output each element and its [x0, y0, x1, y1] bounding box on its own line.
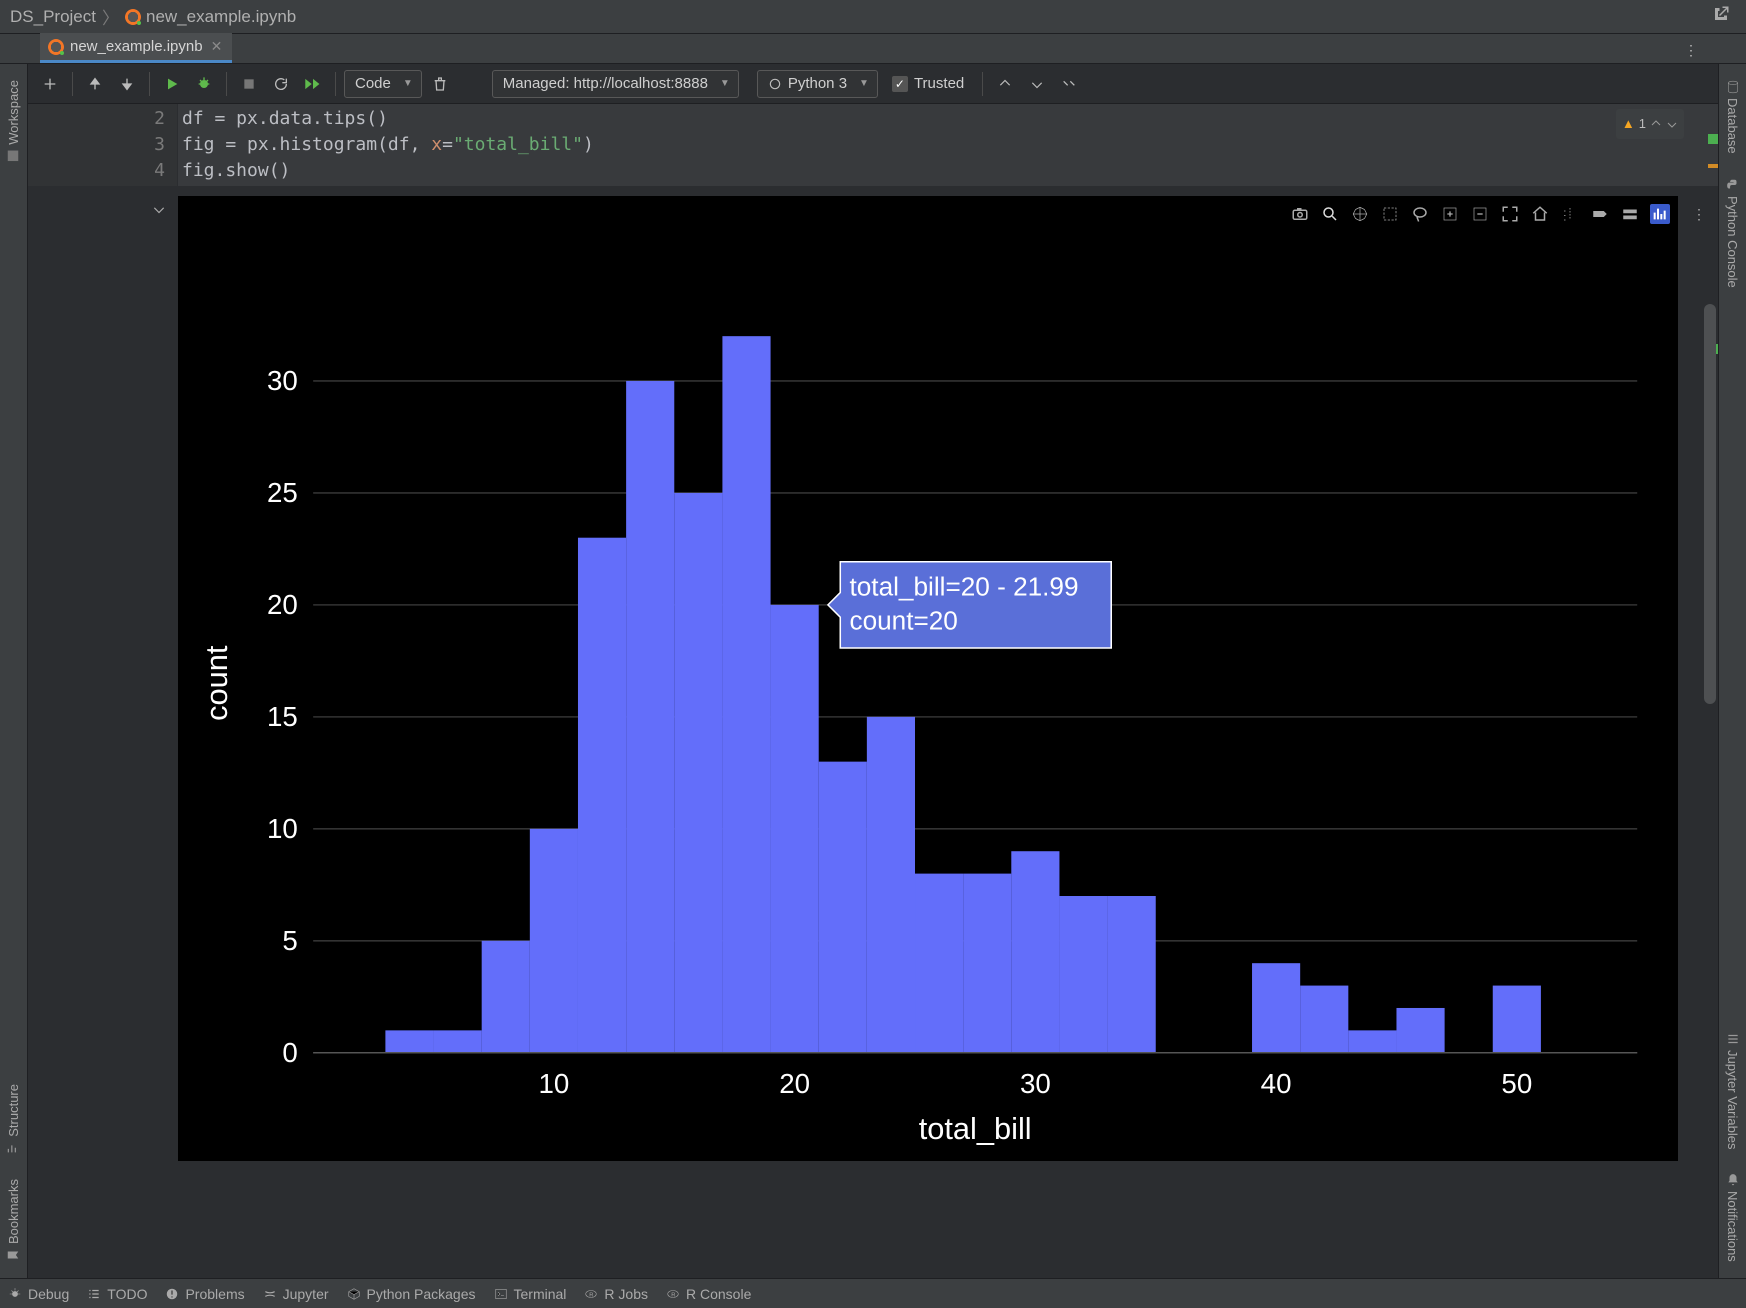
pan-icon[interactable] — [1350, 204, 1370, 224]
hover-compare-icon[interactable] — [1620, 204, 1640, 224]
rail-notifications[interactable]: Notifications — [1719, 1163, 1746, 1272]
svg-text:15: 15 — [267, 701, 298, 732]
kernel-select[interactable]: Python 3▼ — [757, 70, 878, 98]
left-tool-rail: Workspace Structure Bookmarks — [0, 64, 28, 1278]
svg-text:50: 50 — [1501, 1068, 1532, 1099]
marker-warn-icon — [1708, 164, 1718, 168]
scroll-thumb[interactable] — [1704, 304, 1716, 704]
status-todo[interactable]: TODO — [87, 1286, 147, 1302]
breadcrumb-file[interactable]: new_example.ipynb — [146, 7, 296, 27]
plot-output: ⋮ 0510152025301020304050total_billcountt… — [178, 196, 1678, 1161]
check-icon: ✓ — [892, 76, 908, 92]
tab-new-example[interactable]: new_example.ipynb ✕ — [40, 33, 232, 63]
marker-ok-icon — [1708, 134, 1718, 144]
trusted-checkbox[interactable]: ✓ Trusted — [882, 75, 974, 92]
zoom-in-icon[interactable] — [1440, 204, 1460, 224]
warning-icon: ▲ — [1622, 111, 1635, 137]
lasso-icon[interactable] — [1410, 204, 1430, 224]
breadcrumb: DS_Project 〉 new_example.ipynb — [0, 0, 1746, 34]
stop-button[interactable] — [235, 70, 263, 98]
hover-closest-icon[interactable] — [1590, 204, 1610, 224]
svg-text:40: 40 — [1261, 1068, 1292, 1099]
run-all-button[interactable] — [299, 70, 327, 98]
move-up-button[interactable] — [81, 70, 109, 98]
cell-output: ⋮ 0510152025301020304050total_billcountt… — [28, 196, 1718, 1161]
tabstrip: new_example.ipynb ✕ ⋮ — [0, 34, 1746, 64]
spike-lines-icon[interactable] — [1560, 204, 1580, 224]
status-r-console[interactable]: RR Console — [666, 1286, 751, 1302]
tab-options-icon[interactable]: ⋮ — [1676, 38, 1706, 63]
scroll-track — [1702, 104, 1718, 1278]
jupyter-server-select[interactable]: Managed: http://localhost:8888▼ — [492, 70, 739, 98]
jupyter-icon — [48, 39, 64, 55]
collapse-output-icon[interactable] — [152, 202, 166, 219]
rail-jupyter-variables[interactable]: Jupyter Variables — [1719, 1022, 1746, 1159]
autoscale-icon[interactable] — [1500, 204, 1520, 224]
status-terminal[interactable]: Terminal — [494, 1286, 567, 1302]
more-toolbar-button[interactable] — [1055, 70, 1083, 98]
svg-text:total_bill=20 - 21.99: total_bill=20 - 21.99 — [850, 572, 1079, 602]
editor-area: Code▼ Managed: http://localhost:8888▼ Py… — [28, 64, 1718, 1278]
prev-cell-button[interactable] — [991, 70, 1019, 98]
close-icon[interactable]: ✕ — [209, 38, 225, 55]
breadcrumb-separator: 〉 — [102, 4, 119, 29]
histogram-chart[interactable]: 0 5 10 15 20 25 30 10 20 30 40 50 total_bill count tot… — [190, 206, 1668, 1161]
cells-container: 2 3 4 df = px.data.tips() fig = px.histo… — [28, 104, 1718, 1278]
breadcrumb-project[interactable]: DS_Project — [10, 7, 96, 27]
svg-text:R: R — [671, 1292, 675, 1298]
notebook-toolbar: Code▼ Managed: http://localhost:8888▼ Py… — [28, 64, 1718, 104]
box-select-icon[interactable] — [1380, 204, 1400, 224]
svg-text:10: 10 — [538, 1068, 569, 1099]
delete-cell-button[interactable] — [426, 70, 454, 98]
cell-type-select[interactable]: Code▼ — [344, 70, 422, 98]
status-r-jobs[interactable]: RR Jobs — [584, 1286, 648, 1302]
svg-text:0: 0 — [282, 1037, 297, 1068]
zoom-icon[interactable] — [1320, 204, 1340, 224]
rail-structure[interactable]: Structure — [0, 1074, 27, 1165]
svg-text:30: 30 — [267, 365, 298, 396]
svg-text:25: 25 — [267, 477, 298, 508]
code-content[interactable]: df = px.data.tips() fig = px.histogram(d… — [178, 104, 1694, 186]
svg-text:20: 20 — [779, 1068, 810, 1099]
status-problems[interactable]: Problems — [165, 1286, 244, 1302]
svg-text:total_bill: total_bill — [919, 1111, 1032, 1146]
rail-bookmarks[interactable]: Bookmarks — [0, 1169, 27, 1272]
debug-cell-button[interactable] — [190, 70, 218, 98]
next-cell-button[interactable] — [1023, 70, 1051, 98]
svg-text:30: 30 — [1020, 1068, 1051, 1099]
rail-database[interactable]: Database — [1719, 70, 1746, 164]
run-cell-button[interactable] — [158, 70, 186, 98]
add-cell-button[interactable] — [36, 70, 64, 98]
svg-text:R: R — [590, 1292, 594, 1298]
status-jupyter[interactable]: Jupyter — [263, 1286, 329, 1302]
svg-text:10: 10 — [267, 813, 298, 844]
plot-toolbar — [1290, 204, 1670, 224]
move-down-button[interactable] — [113, 70, 141, 98]
camera-icon[interactable] — [1290, 204, 1310, 224]
statusbar: Debug TODO Problems Jupyter Python Packa… — [0, 1278, 1746, 1308]
restart-button[interactable] — [267, 70, 295, 98]
line-gutter: 2 3 4 — [28, 104, 178, 186]
svg-text:20: 20 — [267, 589, 298, 620]
status-python-packages[interactable]: Python Packages — [347, 1286, 476, 1302]
tab-label: new_example.ipynb — [70, 38, 203, 55]
svg-text:count: count — [199, 645, 234, 721]
zoom-out-icon[interactable] — [1470, 204, 1490, 224]
problems-badge[interactable]: ▲ 1 — [1616, 109, 1684, 139]
open-in-new-icon[interactable] — [1706, 3, 1736, 30]
status-debug[interactable]: Debug — [8, 1286, 69, 1302]
reset-axes-icon[interactable] — [1530, 204, 1550, 224]
svg-text:5: 5 — [282, 925, 297, 956]
rail-workspace[interactable]: Workspace — [0, 70, 27, 173]
jupyter-icon — [125, 9, 141, 25]
svg-text:count=20: count=20 — [850, 606, 958, 636]
code-cell[interactable]: 2 3 4 df = px.data.tips() fig = px.histo… — [28, 104, 1718, 186]
right-tool-rail: Database Python Console Jupyter Variable… — [1718, 64, 1746, 1278]
rail-python-console[interactable]: Python Console — [1719, 168, 1746, 298]
plotly-logo-icon[interactable] — [1650, 204, 1670, 224]
